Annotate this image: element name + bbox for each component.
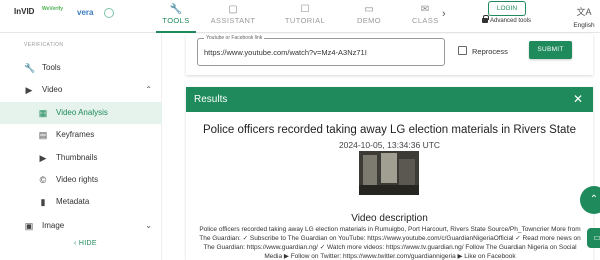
tab-demo[interactable]: ▭ DEMO <box>352 0 386 33</box>
copyright-icon: © <box>39 175 47 185</box>
sidebar-item-label: Metadata <box>56 197 90 206</box>
scroll-top-button[interactable]: ⌃ <box>580 186 600 214</box>
checkbox-icon <box>458 46 467 55</box>
sidebar-item-metadata[interactable]: ▮ Metadata <box>0 191 162 213</box>
sidebar-item-label: Video Analysis <box>56 108 108 117</box>
language-label: English <box>573 22 595 29</box>
sidebar-item-label: Video rights <box>56 175 99 184</box>
sidebar-item-tools[interactable]: 🔧 Tools <box>0 57 162 79</box>
language-selector[interactable]: 文A English <box>570 2 598 29</box>
youtube-icon: ▶ <box>39 153 47 163</box>
sidebar-item-video[interactable]: ▶ Video ⌃ <box>0 79 162 101</box>
tab-tools[interactable]: 🔧 TOOLS <box>156 0 196 33</box>
tab-tools-label: TOOLS <box>162 16 190 25</box>
url-field-label: Youtube or Facebook link <box>204 35 265 41</box>
results-card: Results ✕ Police officers recorded takin… <box>186 87 593 260</box>
tab-classroom[interactable]: ✉ CLASSRO <box>412 0 438 33</box>
sidebar-item-video-rights[interactable]: © Video rights <box>0 169 162 191</box>
video-thumbnail[interactable] <box>359 151 419 195</box>
sidebar-item-label: Image <box>42 221 65 230</box>
chevron-down-icon: ⌄ <box>145 221 152 230</box>
advanced-tools[interactable]: Advanced tools <box>482 15 532 24</box>
tab-assistant-label: ASSISTANT <box>210 16 256 25</box>
wrench-icon: 🔧 <box>24 63 36 73</box>
sidebar-item-video-analysis[interactable]: ▦ Video Analysis <box>0 102 162 124</box>
keyframes-icon: ▤ <box>38 130 48 140</box>
sidebar-item-label: Thumbnails <box>56 153 98 162</box>
reprocess-checkbox[interactable]: Reprocess <box>458 46 508 56</box>
tutorial-icon: ☐ <box>300 4 310 15</box>
tab-tutorial[interactable]: ☐ TUTORIAL <box>280 0 330 33</box>
chat-icon[interactable]: ▭ <box>587 228 600 248</box>
results-header: Results ✕ <box>186 87 593 112</box>
chevron-up-icon: ⌃ <box>145 85 152 94</box>
video-icon: ▶ <box>25 85 33 95</box>
sidebar-item-keyframes[interactable]: ▤ Keyframes <box>0 124 162 146</box>
login-button[interactable]: LOGIN <box>488 1 526 16</box>
reprocess-label: Reprocess <box>472 47 508 56</box>
video-analysis-icon: ▦ <box>38 108 48 118</box>
top-bar: InVID WeVerify vera 🔧 TOOLS ▢ ASSISTANT … <box>0 0 600 33</box>
results-title: Results <box>194 94 228 105</box>
tab-classroom-label: CLASSRO <box>412 16 438 25</box>
translate-icon: 文A <box>576 7 592 17</box>
url-form-card: Youtube or Facebook link Reprocess SUBMI… <box>186 34 593 75</box>
sidebar: VERIFICATION 🔧 Tools ▶ Video ⌃ ▦ Video A… <box>0 34 162 260</box>
vera-logo: vera <box>77 8 94 17</box>
weverify-logo: WeVerify <box>42 6 64 12</box>
tab-assistant[interactable]: ▢ ASSISTANT <box>208 0 258 33</box>
sidebar-item-label: Tools <box>42 63 61 72</box>
video-date: 2024-10-05, 13:34:36 UTC <box>338 140 441 150</box>
sidebar-item-label: Keyframes <box>56 130 95 139</box>
invid-logo: InVID <box>14 7 35 16</box>
url-input[interactable] <box>204 48 440 57</box>
metadata-icon: ▮ <box>40 197 46 207</box>
video-title: Police officers recorded taking away LG … <box>202 124 577 136</box>
submit-button[interactable]: SUBMIT <box>529 41 572 59</box>
video-description-heading: Video description <box>351 213 428 224</box>
close-icon[interactable]: ✕ <box>573 92 583 106</box>
url-field[interactable]: Youtube or Facebook link <box>197 35 445 66</box>
sidebar-section-title: VERIFICATION <box>24 42 64 48</box>
hide-sidebar-button[interactable]: ‹ HIDE <box>74 240 97 247</box>
demo-icon: ▭ <box>364 4 374 15</box>
lock-icon <box>482 15 489 23</box>
sidebar-item-label: Video <box>42 85 63 94</box>
wrench-icon: 🔧 <box>169 4 183 15</box>
app-logo[interactable]: InVID WeVerify vera <box>14 4 114 30</box>
advanced-tools-label: Advanced tools <box>490 18 532 24</box>
tab-tutorial-label: TUTORIAL <box>284 16 326 25</box>
sidebar-item-thumbnails[interactable]: ▶ Thumbnails <box>0 147 162 169</box>
image-icon: ▣ <box>24 221 34 231</box>
sidebar-item-image[interactable]: ▣ Image ⌄ <box>0 215 162 237</box>
chevron-right-icon[interactable]: › <box>442 8 446 20</box>
tab-demo-label: DEMO <box>356 16 382 25</box>
assistant-icon: ▢ <box>228 4 238 15</box>
vera-logo-mark <box>104 8 114 18</box>
video-description-text: Police officers recorded taking away LG … <box>199 226 581 260</box>
classroom-icon: ✉ <box>420 4 430 15</box>
